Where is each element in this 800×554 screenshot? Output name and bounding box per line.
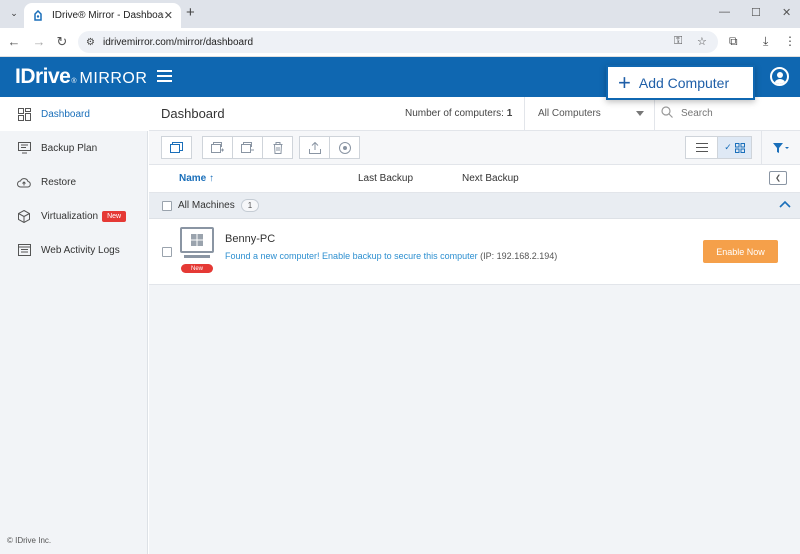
- computer-filter-select[interactable]: All Computers: [524, 97, 654, 130]
- browser-tab[interactable]: IDrive® Mirror - Dashboard ✕: [24, 3, 181, 28]
- windows-logo-icon: [191, 234, 203, 246]
- cloud-restore-icon: [17, 175, 31, 189]
- target-icon: [338, 141, 351, 154]
- site-info-icon[interactable]: ⚙: [86, 37, 95, 48]
- sidebar-item-web-activity-logs[interactable]: Web Activity Logs: [0, 233, 148, 267]
- tab-close-icon[interactable]: ✕: [164, 9, 173, 22]
- list-icon: [695, 143, 708, 152]
- idrive-favicon-icon: [32, 9, 44, 22]
- idrive-mirror-logo[interactable]: IDrive ® MIRROR: [15, 65, 147, 89]
- add-computer-label: Add Computer: [638, 74, 730, 91]
- dashboard-icon: [17, 107, 31, 121]
- list-view-button[interactable]: [686, 137, 719, 158]
- group-row: All Machines 1: [149, 193, 800, 219]
- tab-search-icon[interactable]: ⌄: [6, 5, 22, 21]
- hamburger-menu-icon[interactable]: [157, 70, 172, 82]
- export-button[interactable]: [299, 136, 330, 159]
- plus-icon: +: [618, 69, 631, 95]
- logs-icon: [17, 243, 31, 257]
- add-folder-icon: [211, 141, 224, 153]
- trash-icon: [273, 141, 282, 154]
- computer-name: Benny-PC: [225, 233, 276, 245]
- remove-group-button[interactable]: [232, 136, 263, 159]
- filter-button[interactable]: [761, 131, 800, 165]
- add-group-button[interactable]: [202, 136, 233, 159]
- folder-icon: [170, 142, 183, 153]
- page-title: Dashboard: [161, 106, 225, 121]
- action-toolbar: ✓: [149, 131, 800, 165]
- new-tab-icon[interactable]: +: [186, 5, 195, 21]
- cube-icon: [17, 209, 31, 223]
- select-value: All Computers: [538, 108, 601, 119]
- chevron-down-icon: [636, 111, 644, 116]
- table-header: Name ↑ Last Backup Next Backup ❮: [149, 165, 800, 193]
- add-computer-button[interactable]: + Add Computer: [606, 65, 755, 100]
- download-icon[interactable]: ⤓: [763, 34, 768, 49]
- enable-backup-link[interactable]: Found a new computer! Enable backup to s…: [225, 251, 478, 261]
- empty-content-area: [149, 285, 800, 554]
- user-account-icon[interactable]: [770, 67, 789, 86]
- new-badge: New: [102, 210, 127, 222]
- column-last-backup[interactable]: Last Backup: [358, 173, 413, 184]
- delete-button[interactable]: [262, 136, 293, 159]
- sort-up-arrow-icon: ↑: [209, 173, 215, 184]
- column-next-backup[interactable]: Next Backup: [462, 173, 519, 184]
- sidebar-item-label: Web Activity Logs: [41, 244, 120, 256]
- computer-icon: New: [178, 227, 216, 273]
- ip-address: (IP: 192.168.2.194): [480, 251, 558, 261]
- extensions-icon[interactable]: ⧉: [729, 34, 738, 49]
- collapse-panel-icon[interactable]: ❮: [769, 171, 787, 185]
- window-close-icon[interactable]: ✕: [782, 6, 791, 19]
- view-toggle: ✓: [685, 136, 752, 159]
- sidebar-item-label: Dashboard: [41, 108, 90, 120]
- sidebar: Dashboard Backup Plan Restore Virtualiza…: [0, 97, 148, 554]
- sidebar-item-label: Backup Plan: [41, 142, 98, 154]
- sidebar-item-backup-plan[interactable]: Backup Plan: [0, 131, 148, 165]
- sidebar-item-label: Virtualization: [41, 210, 99, 222]
- tab-title: IDrive® Mirror - Dashboard: [52, 10, 164, 21]
- filter-icon: [773, 143, 789, 153]
- address-bar: ← → ↻ ⚙ idrivemirror.com/mirror/dashboar…: [0, 28, 800, 57]
- add-backup-button[interactable]: [161, 136, 192, 159]
- sidebar-item-virtualization[interactable]: Virtualization New: [0, 199, 148, 233]
- sidebar-item-label: Restore: [41, 176, 77, 188]
- row-checkbox[interactable]: [162, 247, 172, 257]
- bookmark-star-icon[interactable]: ☆: [697, 35, 707, 48]
- main-header: Dashboard Number of computers: 1 All Com…: [149, 97, 800, 131]
- minimize-icon[interactable]: —: [719, 6, 730, 18]
- back-icon[interactable]: ←: [6, 34, 22, 49]
- monitor-icon: [17, 141, 31, 155]
- grid-icon: [734, 142, 745, 153]
- forward-icon[interactable]: →: [31, 34, 47, 49]
- remove-folder-icon: [241, 141, 254, 153]
- column-name[interactable]: Name ↑: [179, 173, 214, 184]
- group-count-badge: 1: [240, 199, 260, 212]
- url-field[interactable]: ⚙ idrivemirror.com/mirror/dashboard ⚿ ☆: [78, 31, 718, 53]
- browser-menu-icon[interactable]: ⋮: [784, 34, 796, 48]
- upload-icon: [308, 141, 321, 154]
- search-input[interactable]: [681, 108, 791, 119]
- chevron-up-icon[interactable]: [779, 199, 791, 211]
- maximize-icon[interactable]: ☐: [751, 6, 761, 19]
- copyright-footer: © IDrive Inc.: [7, 536, 52, 545]
- table-row[interactable]: New Benny-PC Found a new computer! Enabl…: [149, 219, 800, 285]
- search-box[interactable]: [654, 97, 800, 130]
- enable-now-button[interactable]: Enable Now: [703, 240, 778, 263]
- password-key-icon[interactable]: ⚿: [674, 35, 682, 48]
- search-icon: [661, 106, 673, 121]
- url-text: idrivemirror.com/mirror/dashboard: [102, 36, 254, 48]
- group-label: All Machines: [178, 200, 235, 211]
- new-computer-message: Found a new computer! Enable backup to s…: [225, 251, 557, 261]
- target-button[interactable]: [329, 136, 360, 159]
- new-badge: New: [181, 264, 213, 273]
- reload-icon[interactable]: ↻: [54, 34, 70, 50]
- sidebar-item-restore[interactable]: Restore: [0, 165, 148, 199]
- computer-count: Number of computers: 1: [405, 108, 513, 119]
- sidebar-item-dashboard[interactable]: Dashboard: [0, 97, 148, 131]
- select-all-checkbox[interactable]: [162, 200, 172, 211]
- grid-view-button[interactable]: ✓: [718, 137, 751, 158]
- checkmark-icon: ✓: [724, 142, 732, 152]
- browser-tab-bar: ⌄ IDrive® Mirror - Dashboard ✕ + — ☐ ✕: [0, 0, 800, 28]
